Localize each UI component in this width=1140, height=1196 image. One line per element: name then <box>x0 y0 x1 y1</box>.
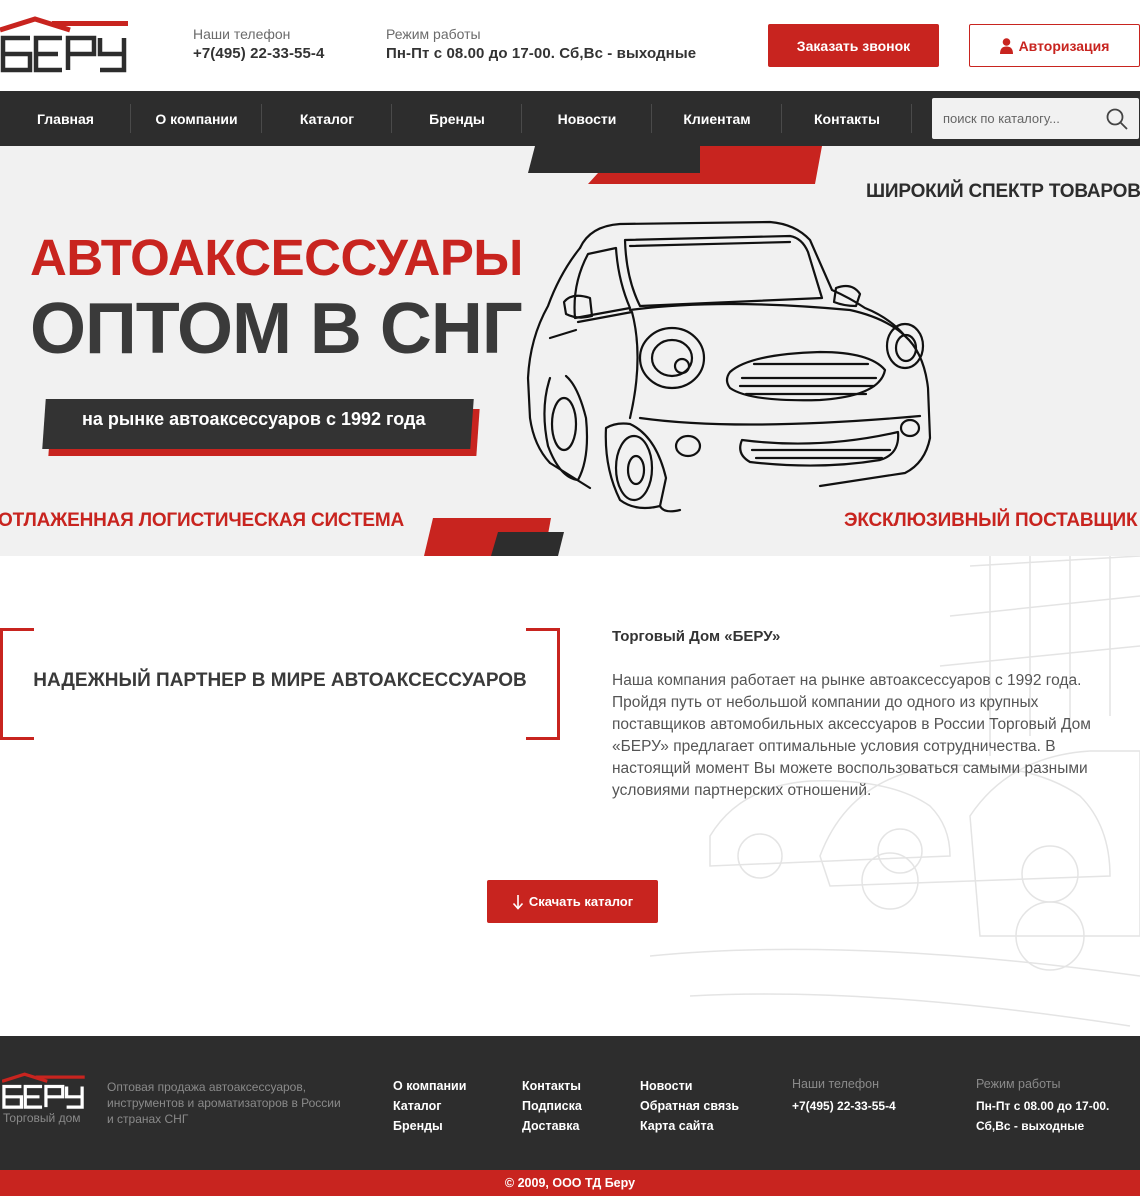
auth-button-label: Авторизация <box>1018 37 1110 54</box>
download-catalog-button[interactable]: Скачать каталог <box>487 880 658 923</box>
footer-phone[interactable]: +7(495) 22-33-55-4 <box>792 1096 896 1116</box>
footer-hours-label: Режим работы <box>976 1077 1061 1091</box>
search-input[interactable] <box>932 98 1092 139</box>
footer-links-col-3: Новости Обратная связь Карта сайта <box>640 1076 739 1136</box>
logo[interactable] <box>0 16 130 74</box>
about-heading: Торговый Дом «БЕРУ» <box>612 628 781 645</box>
nav-item-clients[interactable]: Клиентам <box>652 91 782 146</box>
phone-block: Наши телефон +7(495) 22-33-55-4 <box>193 26 324 64</box>
footer-link-about[interactable]: О компании <box>393 1076 466 1096</box>
hero-tag-exclusive: ЭКСКЛЮЗИВНЫЙ ПОСТАВЩИК <box>844 510 1138 531</box>
car-illustration <box>526 220 932 513</box>
nav-divider <box>911 104 912 133</box>
hero-section: ШИРОКИЙ СПЕКТР ТОВАРОВ АВТОАКСЕССУАРЫ ОП… <box>0 146 1140 556</box>
hours-block: Режим работы Пн-Пт с 08.00 до 17-00. Сб,… <box>386 26 696 64</box>
auth-button[interactable]: Авторизация <box>969 24 1140 67</box>
footer-link-news[interactable]: Новости <box>640 1076 739 1096</box>
footer-link-catalog[interactable]: Каталог <box>393 1096 466 1116</box>
hero-tag-logistics: ОТЛАЖЕННАЯ ЛОГИСТИЧЕСКАЯ СИСТЕМА <box>0 510 405 531</box>
about-text: Наша компания работает на рынке автоаксе… <box>612 672 1091 799</box>
nav-item-label: Новости <box>557 110 617 127</box>
nav-item-about[interactable]: О компании <box>131 91 262 146</box>
phone-label: Наши телефон <box>193 26 291 42</box>
footer-link-delivery[interactable]: Доставка <box>522 1116 582 1136</box>
about-slogan: НАДЕЖНЫЙ ПАРТНЕР В МИРЕ АВТОАКСЕССУАРОВ <box>33 670 527 691</box>
nav-item-label: Клиентам <box>683 110 751 127</box>
nav-item-label: Каталог <box>299 110 355 127</box>
nav-item-label: Главная <box>37 110 94 127</box>
search-icon[interactable] <box>1105 107 1129 131</box>
download-catalog-label: Скачать каталог <box>528 894 634 909</box>
hero-tag-wide-range: ШИРОКИЙ СПЕКТР ТОВАРОВ <box>866 181 1140 202</box>
footer-logo[interactable] <box>2 1072 86 1110</box>
footer-hours-block: Режим работы Пн-Пт с 08.00 до 17-00. Сб,… <box>976 1076 1126 1136</box>
nav-item-news[interactable]: Новости <box>522 91 652 146</box>
phone-number[interactable]: +7(495) 22-33-55-4 <box>193 44 324 64</box>
nav-item-label: Контакты <box>813 110 880 127</box>
copyright-bar: © 2009, ООО ТД Беру <box>0 1170 1140 1196</box>
footer-phone-block: Наши телефон +7(495) 22-33-55-4 <box>792 1076 896 1116</box>
hero-subtitle: ОПТОМ В СНГ <box>30 289 523 369</box>
nav-item-catalog[interactable]: Каталог <box>262 91 392 146</box>
footer-links-col-2: Контакты Подписка Доставка <box>522 1076 582 1136</box>
footer-link-contacts[interactable]: Контакты <box>522 1076 582 1096</box>
site-header: Наши телефон +7(495) 22-33-55-4 Режим ра… <box>0 0 1140 91</box>
footer-link-feedback[interactable]: Обратная связь <box>640 1096 739 1116</box>
nav-item-brands[interactable]: Бренды <box>392 91 522 146</box>
footer-hours: Пн-Пт с 08.00 до 17-00. Сб,Вс - выходные <box>976 1099 1110 1133</box>
footer-link-subscribe[interactable]: Подписка <box>522 1096 582 1116</box>
search-box <box>932 98 1139 139</box>
footer-logo-subtitle: Торговый дом <box>3 1111 81 1125</box>
footer-description: Оптовая продажа автоаксессуаров, инструм… <box>107 1080 341 1126</box>
footer-link-sitemap[interactable]: Карта сайта <box>640 1116 739 1136</box>
footer-links-col-1: О компании Каталог Бренды <box>393 1076 466 1136</box>
nav-item-home[interactable]: Главная <box>0 91 131 146</box>
order-call-button[interactable]: Заказать звонок <box>768 24 939 67</box>
footer-link-brands[interactable]: Бренды <box>393 1116 466 1136</box>
hours-label: Режим работы <box>386 26 481 42</box>
nav-item-label: Бренды <box>429 110 485 127</box>
hero-banner-text: на рынке автоаксессуаров с 1992 года <box>82 409 426 429</box>
hours-value: Пн-Пт с 08.00 до 17-00. Сб,Вс - выходные <box>386 45 697 62</box>
footer-phone-label: Наши телефон <box>792 1077 879 1091</box>
nav-items: Главная О компании Каталог Бренды Новост… <box>0 91 912 146</box>
arrow-down-icon <box>512 894 523 910</box>
nav-item-contacts[interactable]: Контакты <box>782 91 912 146</box>
hero-title: АВТОАКСЕССУАРЫ <box>30 229 523 286</box>
user-icon <box>999 37 1013 54</box>
site-footer: Торговый дом Оптовая продажа автоаксессу… <box>0 1036 1140 1170</box>
nav-item-label: О компании <box>155 110 238 127</box>
about-section: НАДЕЖНЫЙ ПАРТНЕР В МИРЕ АВТОАКСЕССУАРОВ … <box>0 556 1140 1036</box>
